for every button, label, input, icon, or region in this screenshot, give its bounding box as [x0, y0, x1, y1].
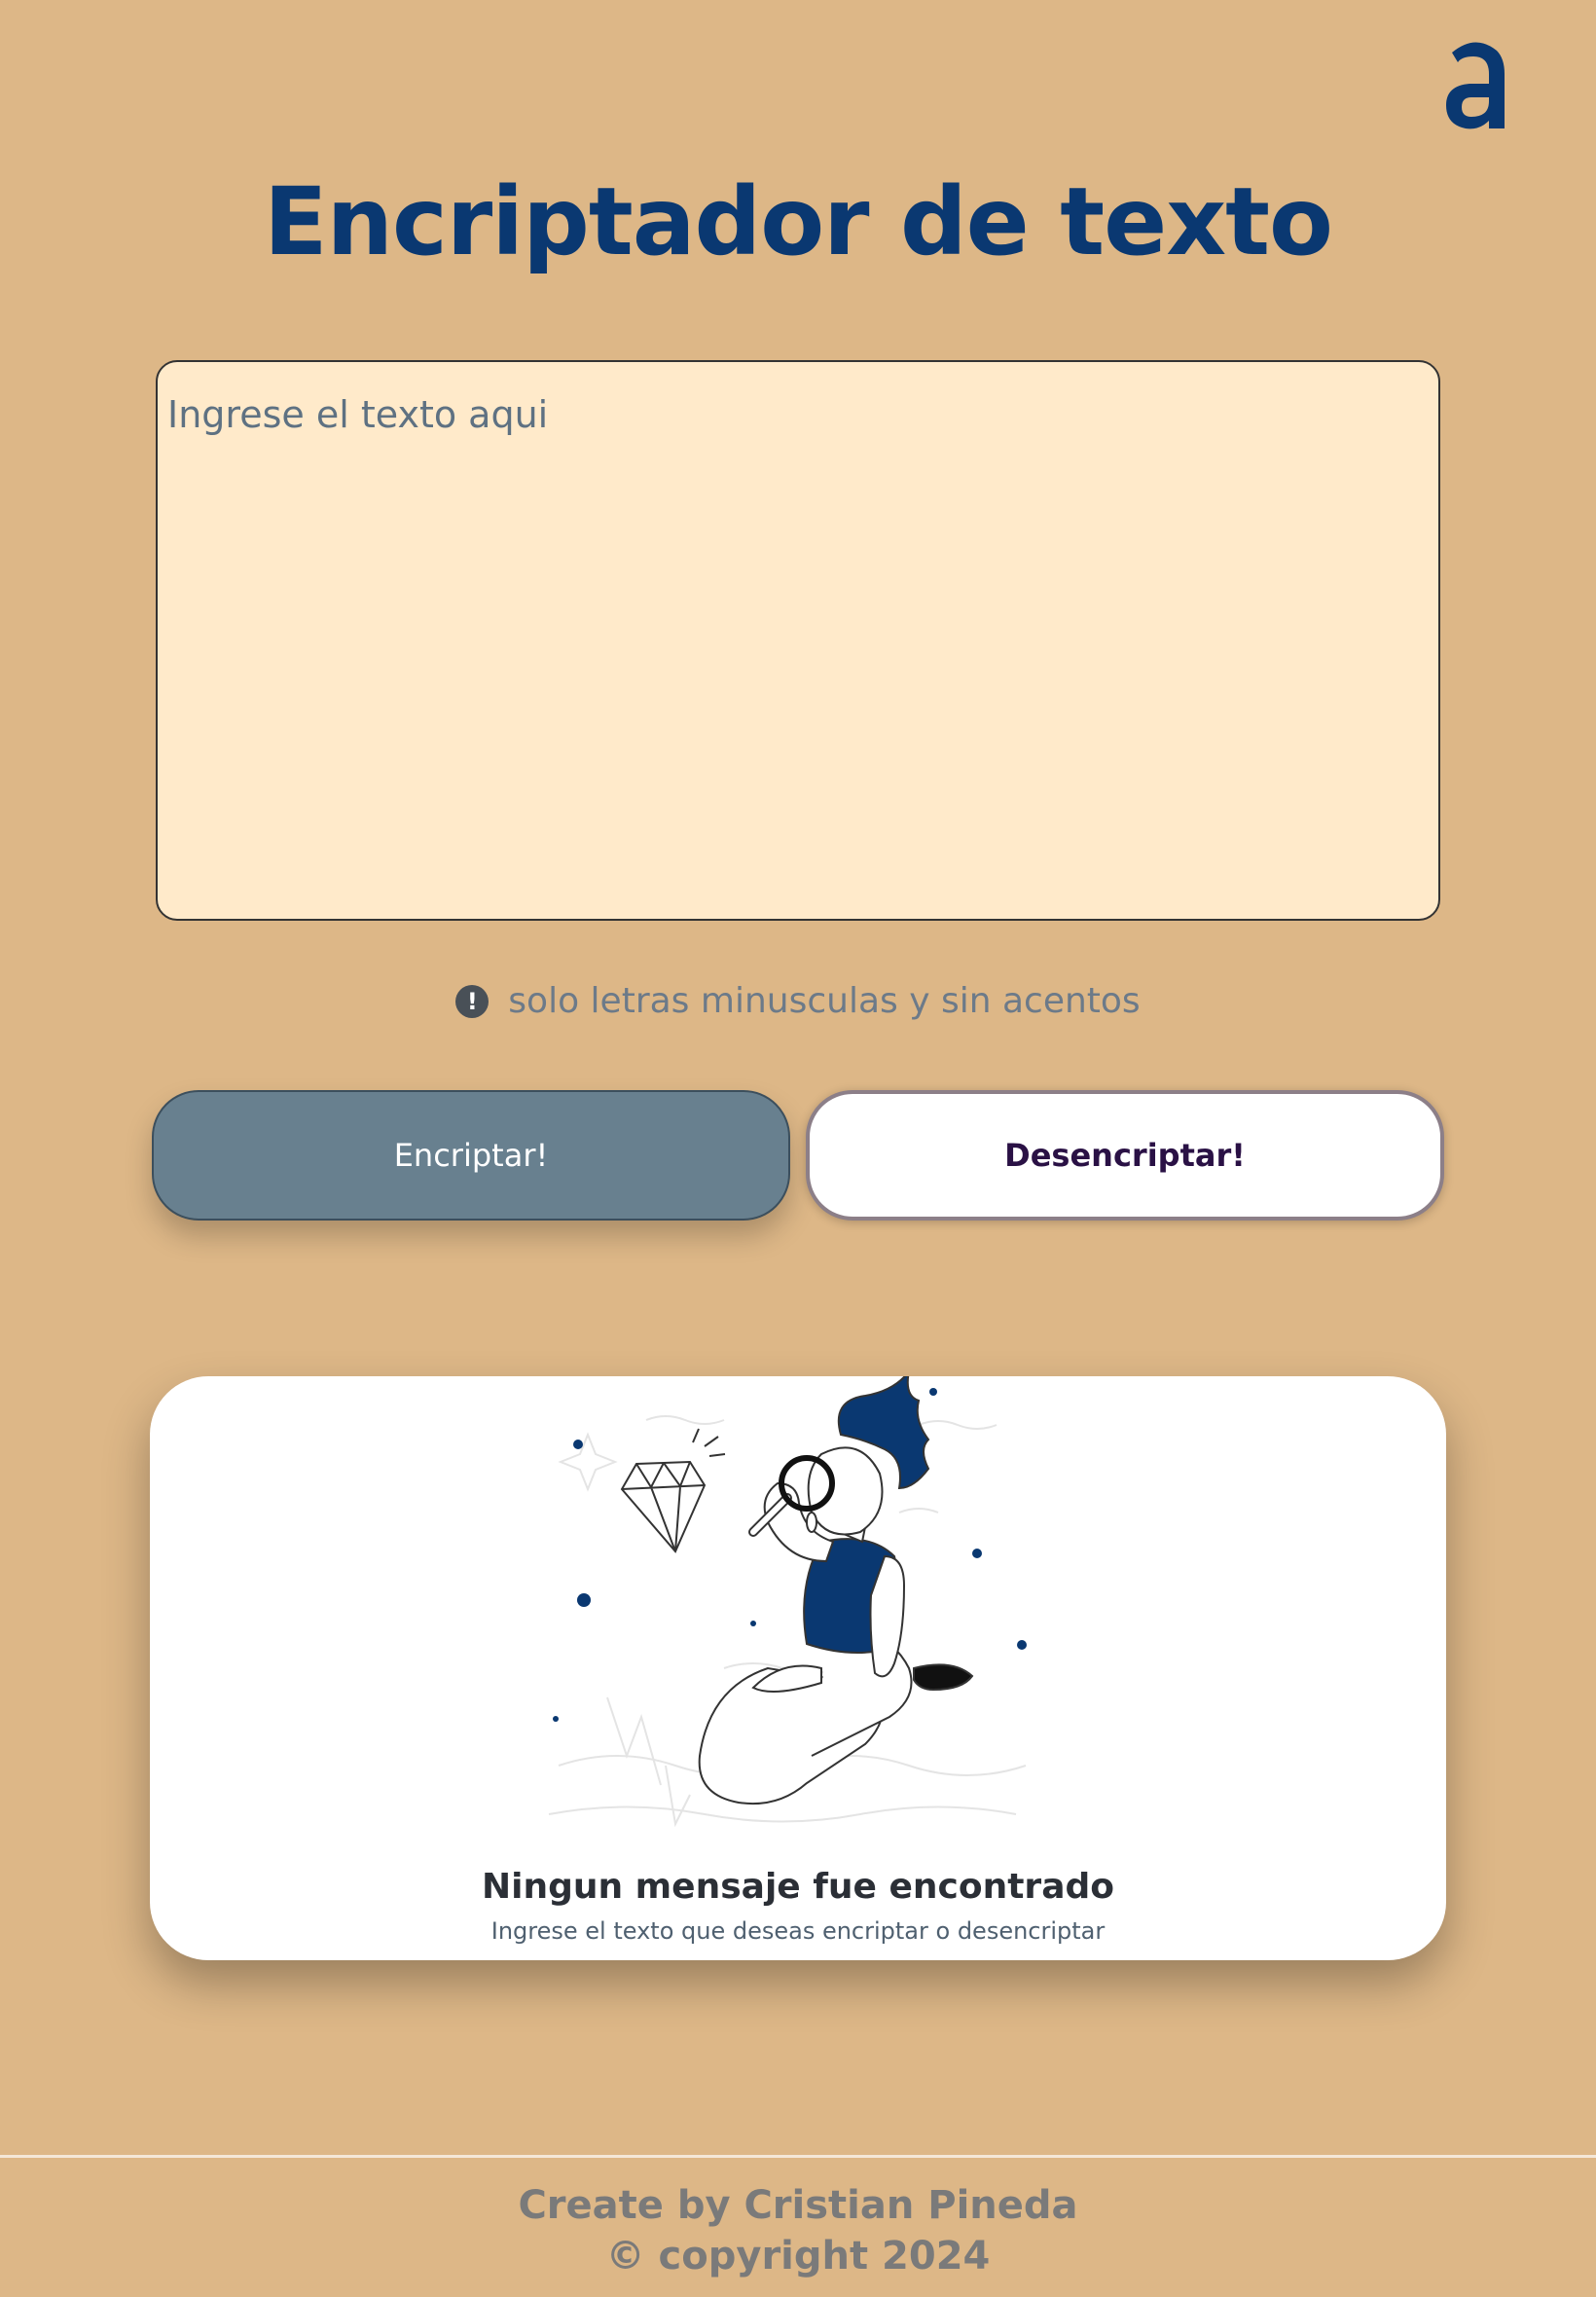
text-input[interactable] [156, 360, 1440, 921]
page-title: Encriptador de texto [264, 167, 1333, 276]
result-subtitle: Ingrese el texto que deseas encriptar o … [490, 1917, 1106, 1945]
alura-logo-icon [1440, 35, 1510, 132]
encrypt-button[interactable]: Encriptar! [152, 1090, 790, 1221]
footer-author: Create by Cristian Pineda [518, 2183, 1078, 2228]
person-with-magnifier-illustration [529, 1370, 1074, 1863]
decrypt-button[interactable]: Desencriptar! [806, 1090, 1444, 1221]
hint-text: solo letras minusculas y sin acentos [508, 981, 1141, 1021]
footer: Create by Cristian Pineda © copyright 20… [0, 2180, 1596, 2281]
input-hint: ! solo letras minusculas y sin acentos [0, 981, 1596, 1021]
exclamation-circle-icon: ! [455, 984, 490, 1018]
result-title: Ningun mensaje fue encontrado [482, 1867, 1114, 1907]
result-panel: Ningun mensaje fue encontrado Ingrese el… [150, 1370, 1446, 1960]
footer-copyright: © copyright 2024 [605, 2234, 991, 2279]
footer-divider [0, 2155, 1596, 2158]
